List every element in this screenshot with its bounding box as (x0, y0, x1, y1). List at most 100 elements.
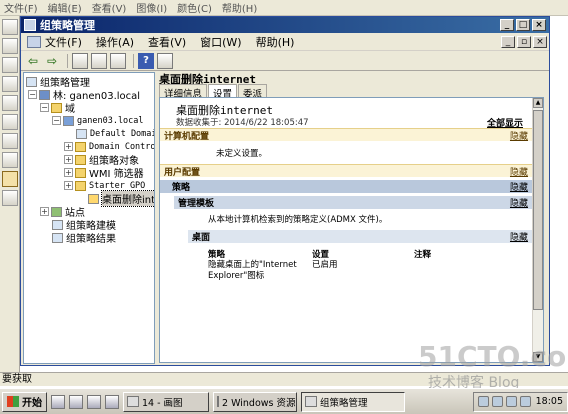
folder-icon (75, 154, 86, 165)
hide-link[interactable]: 隐藏 (510, 180, 528, 193)
gpmc-app-icon (305, 396, 317, 407)
collapse-icon[interactable]: − (40, 103, 49, 112)
task-explorer[interactable]: 2 Windows 资源... (213, 391, 297, 412)
up-folder-icon[interactable] (72, 52, 88, 69)
menu-file[interactable]: 文件(F) (45, 34, 82, 50)
hide-link[interactable]: 隐藏 (510, 165, 528, 178)
show-hide-tree-icon[interactable] (91, 52, 107, 69)
rounded-rect-tool-icon[interactable] (2, 171, 18, 187)
expand-icon[interactable]: + (64, 181, 73, 190)
tree-node-domain[interactable]: − ganen03.local (52, 114, 144, 127)
clock[interactable]: 18:05 (536, 396, 563, 407)
admx-note-text: 从本地计算机检索到的策略定义(ADMX 文件)。 (208, 215, 388, 225)
folder-icon (51, 102, 62, 113)
airbrush-tool-icon[interactable] (2, 95, 18, 111)
collapse-icon[interactable]: − (28, 90, 37, 99)
forest-icon (39, 89, 50, 100)
task-gpmc[interactable]: 组策略管理 (301, 391, 405, 412)
rectangle-tool-icon[interactable] (2, 133, 18, 149)
folder-icon (217, 396, 219, 407)
select-tool-icon[interactable] (2, 19, 18, 35)
line-tool-icon[interactable] (2, 114, 18, 130)
toolbar-separator (133, 53, 134, 68)
back-arrow-icon[interactable]: ⇦ (25, 53, 41, 69)
menu-action[interactable]: 操作(A) (96, 34, 134, 50)
menu-window[interactable]: 窗口(W) (200, 34, 241, 50)
task-paint[interactable]: 14 - 画图 (123, 391, 209, 412)
domain-icon (63, 115, 74, 126)
paint-menu-colors[interactable]: 颜色(C) (177, 0, 212, 15)
scroll-thumb[interactable] (533, 110, 543, 310)
tree-node-default-domain[interactable]: Default Domain (76, 127, 154, 140)
tray-icon[interactable] (491, 396, 503, 407)
paint-app-icon (127, 396, 139, 407)
refresh-icon[interactable] (110, 52, 126, 69)
tray-icon[interactable] (519, 396, 531, 407)
forward-arrow-icon[interactable]: ⇨ (44, 53, 60, 69)
gpo-link-icon (76, 128, 87, 139)
gpmc-node-icon (26, 76, 37, 87)
col-policy-header: 策略 (208, 250, 226, 260)
mdi-restore-button[interactable]: ▫ (517, 35, 531, 48)
policies-header[interactable]: 策略 隐藏 (160, 180, 532, 193)
menu-help[interactable]: 帮助(H) (256, 34, 295, 50)
paint-menu-view[interactable]: 查看(V) (92, 0, 127, 15)
hide-link[interactable]: 隐藏 (510, 230, 528, 243)
expand-icon[interactable]: + (64, 168, 73, 177)
color-picker-tool-icon[interactable] (2, 57, 18, 73)
modeling-icon (52, 219, 63, 230)
scroll-up-icon[interactable]: ▲ (533, 98, 543, 108)
mdi-minimize-button[interactable]: _ (501, 35, 515, 48)
tray-icon[interactable] (477, 396, 489, 407)
tree-node-forest[interactable]: − 林: ganen03.local (28, 88, 140, 102)
report-scrollbar[interactable]: ▲ ▼ (532, 98, 543, 362)
paint-menu-help[interactable]: 帮助(H) (222, 0, 257, 15)
paint-menu-edit[interactable]: 编辑(E) (48, 0, 82, 15)
pencil-tool-icon[interactable] (2, 76, 18, 92)
close-button[interactable]: × (532, 19, 546, 31)
user-config-header[interactable]: 用户配置 隐藏 (160, 164, 532, 178)
paint-menu-file[interactable]: 文件(F) (4, 0, 38, 15)
mdi-child-icon[interactable] (27, 35, 41, 48)
quicklaunch-explorer-icon[interactable] (51, 394, 65, 409)
paint-toolbox (0, 16, 20, 372)
fill-style-icon[interactable] (2, 190, 18, 206)
window-titlebar[interactable]: 组策略管理 _ □ × (21, 17, 549, 33)
start-button[interactable]: 开始 (2, 391, 47, 412)
eraser-tool-icon[interactable] (2, 38, 18, 54)
ou-icon (75, 141, 86, 152)
details-tabs: 详细信息 设置 委派 (159, 84, 268, 100)
tree-node-selected-gpo[interactable]: 桌面删除int (88, 190, 154, 207)
tree-node-results[interactable]: 组策略结果 (52, 231, 116, 245)
console-tree: 组策略管理 − 林: ganen03.local − 域 − ganen03.l… (23, 72, 155, 364)
tree-node-domains[interactable]: − 域 (40, 101, 75, 115)
tab-delegation[interactable]: 委派 (238, 84, 268, 100)
help-icon[interactable]: ? (138, 52, 154, 69)
properties-icon[interactable] (157, 52, 173, 69)
computer-config-header[interactable]: 计算机配置 隐藏 (160, 128, 532, 142)
mdi-close-button[interactable]: × (533, 35, 547, 48)
quicklaunch-server-icon[interactable] (87, 394, 101, 409)
hide-link[interactable]: 隐藏 (510, 196, 528, 209)
paint-menu-image[interactable]: 图像(I) (136, 0, 167, 15)
expand-icon[interactable]: + (64, 142, 73, 151)
desktop-header[interactable]: 桌面 隐藏 (188, 230, 532, 243)
admin-templates-header[interactable]: 管理模板 隐藏 (174, 196, 532, 209)
windows-logo-icon (7, 396, 19, 407)
quicklaunch-desktop-icon[interactable] (69, 394, 83, 409)
expand-icon[interactable]: + (40, 207, 49, 216)
collapse-icon[interactable]: − (52, 116, 61, 125)
hide-link[interactable]: 隐藏 (510, 129, 528, 142)
maximize-button[interactable]: □ (516, 19, 530, 31)
expand-icon[interactable]: + (64, 155, 73, 164)
undefined-settings-text: 未定义设置。 (216, 149, 268, 159)
minimize-button[interactable]: _ (500, 19, 514, 31)
quicklaunch-ie-icon[interactable] (105, 394, 119, 409)
tab-details[interactable]: 详细信息 (159, 84, 208, 100)
menu-view[interactable]: 查看(V) (148, 34, 186, 50)
paint-menubar: 文件(F) 编辑(E) 查看(V) 图像(I) 颜色(C) 帮助(H) (0, 0, 568, 16)
tab-settings[interactable]: 设置 (208, 84, 238, 100)
ellipse-tool-icon[interactable] (2, 152, 18, 168)
tray-icon[interactable] (505, 396, 517, 407)
tree-node-wmi-filters[interactable]: + WMI 筛选器 (64, 166, 144, 180)
